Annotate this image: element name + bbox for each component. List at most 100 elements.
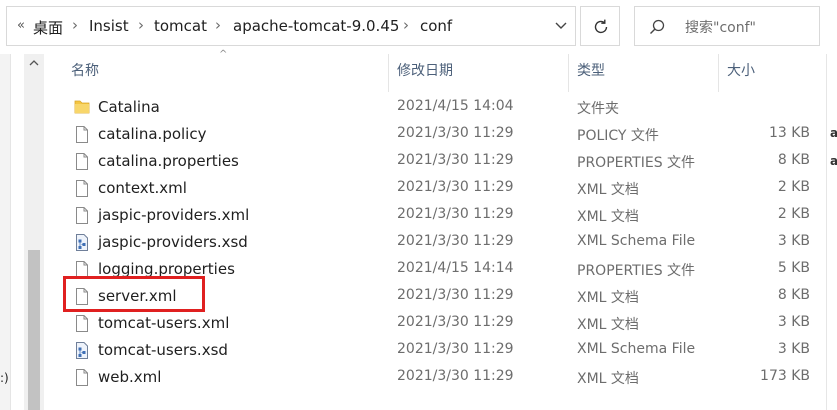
file-modified: 2021/4/15 14:04	[397, 98, 514, 114]
left-panel-fragment: :)	[0, 371, 9, 385]
file-name: server.xml	[98, 287, 177, 305]
scrollbar-thumb[interactable]	[28, 250, 40, 410]
breadcrumb-separator[interactable]: ›	[72, 16, 78, 34]
file-explorer-window: « 桌面 › Insist › tomcat › apache-tomcat-9…	[0, 0, 837, 410]
list-item[interactable]: tomcat-users.xsd 2021/3/30 11:29 XML Sch…	[60, 337, 826, 364]
file-size: 2 KB	[777, 206, 810, 222]
address-bar[interactable]: « 桌面 › Insist › tomcat › apache-tomcat-9…	[6, 6, 576, 46]
search-icon	[650, 19, 665, 34]
file-modified: 2021/3/30 11:29	[397, 287, 514, 303]
list-item[interactable]: web.xml 2021/3/30 11:29 XML 文档 173 KB	[60, 364, 826, 391]
list-item[interactable]: Catalina 2021/4/15 14:04 文件夹	[60, 94, 826, 121]
file-size: 5 KB	[777, 260, 810, 276]
file-size: 8 KB	[777, 152, 810, 168]
file-type: PROPERTIES 文件	[577, 263, 696, 279]
file-modified: 2021/3/30 11:29	[397, 314, 514, 330]
file-icon	[73, 287, 91, 306]
column-header-modified[interactable]: 修改日期	[397, 60, 453, 80]
file-icon	[73, 314, 91, 333]
breadcrumb-insist[interactable]: Insist	[89, 17, 129, 35]
file-modified: 2021/3/30 11:29	[397, 179, 514, 195]
folder-icon	[73, 98, 91, 117]
right-panel-fragment: a	[830, 126, 837, 140]
breadcrumb-separator[interactable]: ›	[138, 16, 144, 34]
column-divider[interactable]	[568, 54, 569, 92]
chevron-down-icon	[555, 22, 567, 29]
list-item[interactable]: catalina.properties 2021/3/30 11:29 PROP…	[60, 148, 826, 175]
list-item[interactable]: tomcat-users.xml 2021/3/30 11:29 XML 文档 …	[60, 310, 826, 337]
column-divider[interactable]	[718, 54, 719, 92]
search-placeholder: 搜索"conf"	[685, 20, 756, 36]
file-name: web.xml	[98, 368, 162, 386]
file-name: catalina.policy	[98, 125, 207, 143]
xsd-file-icon	[73, 233, 91, 252]
file-name: catalina.properties	[98, 152, 239, 170]
file-size: 13 KB	[768, 125, 810, 141]
sort-ascending-icon: ^	[219, 49, 228, 60]
file-type: XML Schema File	[577, 341, 696, 357]
list-item[interactable]: catalina.policy 2021/3/30 11:29 POLICY 文…	[60, 121, 826, 148]
refresh-button[interactable]	[580, 6, 620, 46]
breadcrumb-separator[interactable]: ›	[403, 16, 409, 34]
file-size: 8 KB	[777, 287, 810, 303]
list-item[interactable]: jaspic-providers.xml 2021/3/30 11:29 XML…	[60, 202, 826, 229]
file-modified: 2021/3/30 11:29	[397, 152, 514, 168]
address-history-dropdown[interactable]	[549, 15, 573, 39]
file-name: jaspic-providers.xml	[98, 206, 250, 224]
right-panel-fragment: a	[830, 154, 837, 168]
file-icon	[73, 260, 91, 279]
file-type: XML 文档	[577, 182, 639, 198]
list-item[interactable]: context.xml 2021/3/30 11:29 XML 文档 2 KB	[60, 175, 826, 202]
file-name: jaspic-providers.xsd	[98, 233, 248, 251]
file-icon	[73, 368, 91, 387]
file-type: POLICY 文件	[577, 128, 659, 144]
file-modified: 2021/4/15 14:14	[397, 260, 514, 276]
chevron-up-icon	[29, 60, 39, 66]
list-item[interactable]: logging.properties 2021/4/15 14:14 PROPE…	[60, 256, 826, 283]
column-divider[interactable]	[388, 54, 389, 92]
file-size: 3 KB	[777, 314, 810, 330]
breadcrumb-overflow-button[interactable]: «	[17, 18, 25, 33]
file-modified: 2021/3/30 11:29	[397, 341, 514, 357]
column-header-type[interactable]: 类型	[577, 60, 605, 80]
file-modified: 2021/3/30 11:29	[397, 233, 514, 249]
file-modified: 2021/3/30 11:29	[397, 206, 514, 222]
file-type: XML 文档	[577, 371, 639, 387]
column-header-size[interactable]: 大小	[727, 60, 755, 80]
list-item[interactable]: server.xml 2021/3/30 11:29 XML 文档 8 KB	[60, 283, 826, 310]
breadcrumb-conf[interactable]: conf	[420, 17, 452, 35]
xsd-file-icon	[73, 341, 91, 360]
file-size: 2 KB	[777, 179, 810, 195]
scroll-up-button[interactable]	[24, 54, 44, 74]
file-icon	[73, 152, 91, 171]
file-name: tomcat-users.xml	[98, 314, 230, 332]
vertical-scrollbar[interactable]	[24, 54, 44, 410]
file-type: XML 文档	[577, 209, 639, 225]
search-input[interactable]: 搜索"conf"	[634, 6, 820, 46]
file-type: XML 文档	[577, 290, 639, 306]
file-name: Catalina	[98, 98, 160, 116]
file-icon	[73, 125, 91, 144]
file-modified: 2021/3/30 11:29	[397, 368, 514, 384]
breadcrumb-separator[interactable]: ›	[215, 16, 221, 34]
file-size: 3 KB	[777, 341, 810, 357]
file-name: logging.properties	[98, 260, 235, 278]
left-window-edge	[0, 0, 11, 410]
file-type: 文件夹	[577, 101, 619, 117]
file-icon	[73, 179, 91, 198]
file-type: XML Schema File	[577, 233, 696, 249]
breadcrumb-tomcat[interactable]: tomcat	[154, 17, 207, 35]
file-size: 3 KB	[777, 233, 810, 249]
file-icon	[73, 206, 91, 225]
refresh-icon	[594, 19, 608, 34]
list-item[interactable]: jaspic-providers.xsd 2021/3/30 11:29 XML…	[60, 229, 826, 256]
right-panel-edge	[826, 54, 837, 410]
file-size: 173 KB	[760, 368, 810, 384]
breadcrumb-desktop[interactable]: 桌面	[33, 17, 63, 38]
file-name: context.xml	[98, 179, 187, 197]
column-header-name[interactable]: 名称	[71, 60, 99, 80]
file-type: PROPERTIES 文件	[577, 155, 696, 171]
file-modified: 2021/3/30 11:29	[397, 125, 514, 141]
breadcrumb-apache-tomcat[interactable]: apache-tomcat-9.0.45	[233, 17, 399, 35]
file-name: tomcat-users.xsd	[98, 341, 228, 359]
